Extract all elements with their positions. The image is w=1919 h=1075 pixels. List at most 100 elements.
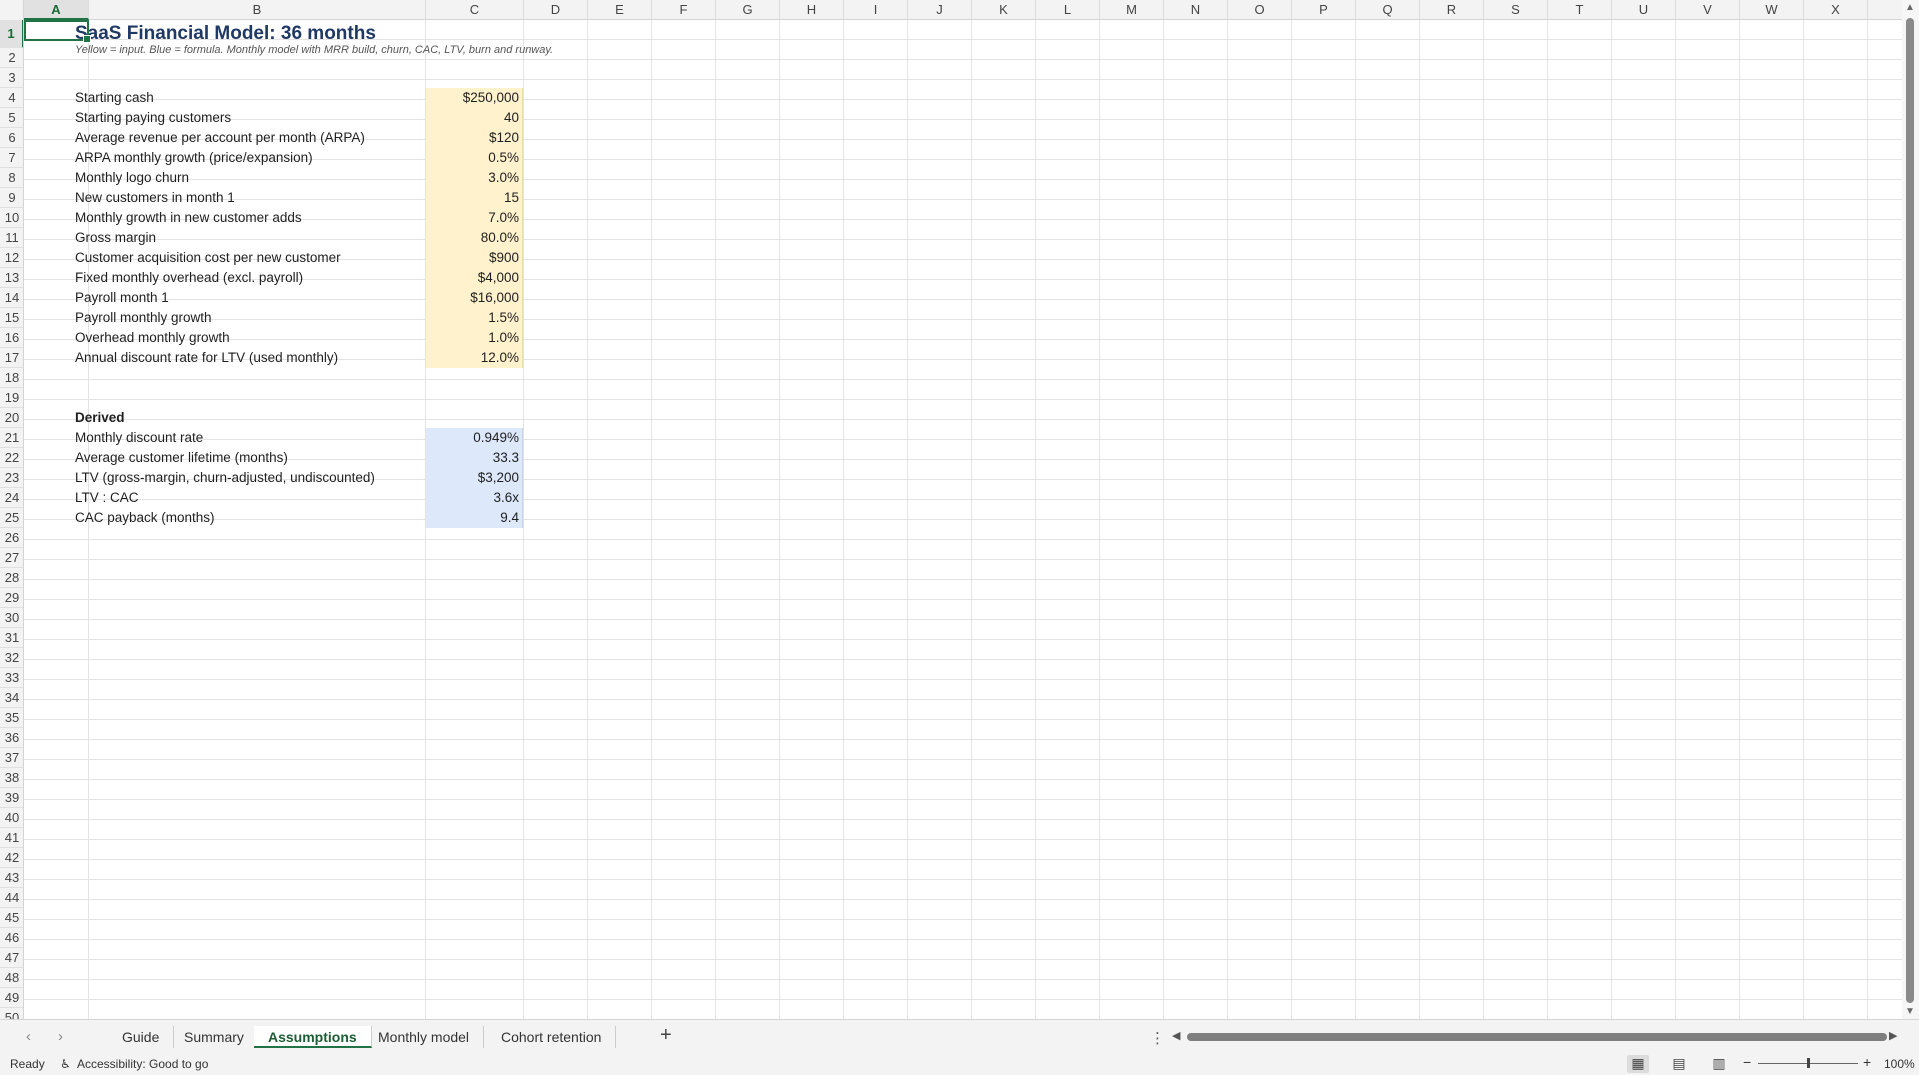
row-header-32[interactable]: 32 — [0, 648, 23, 668]
row-header-20[interactable]: 20 — [0, 408, 23, 428]
input-label[interactable]: Starting cash — [72, 88, 157, 108]
normal-view-icon[interactable]: ▦ — [1627, 1055, 1649, 1073]
row-header-48[interactable]: 48 — [0, 968, 23, 988]
vertical-scroll-thumb[interactable] — [1906, 18, 1914, 1003]
input-label[interactable]: Overhead monthly growth — [72, 328, 233, 348]
derived-label[interactable]: CAC payback (months) — [72, 508, 218, 528]
column-header-u[interactable]: U — [1612, 0, 1676, 20]
sheet-tab-summary[interactable]: Summary — [170, 1026, 259, 1048]
row-header-40[interactable]: 40 — [0, 808, 23, 828]
column-header-f[interactable]: F — [652, 0, 716, 20]
input-label[interactable]: New customers in month 1 — [72, 188, 238, 208]
row-header-43[interactable]: 43 — [0, 868, 23, 888]
sheet-tab-assumptions[interactable]: Assumptions — [254, 1026, 372, 1048]
column-header-a[interactable]: A — [24, 0, 89, 20]
derived-value[interactable]: 33.3 — [426, 448, 523, 468]
input-label[interactable]: Monthly growth in new customer adds — [72, 208, 305, 228]
row-header-25[interactable]: 25 — [0, 508, 23, 528]
input-value[interactable]: $120 — [426, 128, 523, 148]
row-header-33[interactable]: 33 — [0, 668, 23, 688]
column-header-k[interactable]: K — [972, 0, 1036, 20]
column-header-m[interactable]: M — [1100, 0, 1164, 20]
input-label[interactable]: Monthly logo churn — [72, 168, 192, 188]
column-header-s[interactable]: S — [1484, 0, 1548, 20]
zoom-in-icon[interactable]: + — [1863, 1054, 1871, 1070]
input-value[interactable]: $900 — [426, 248, 523, 268]
input-value[interactable]: $250,000 — [426, 88, 523, 108]
input-label[interactable]: Average revenue per account per month (A… — [72, 128, 368, 148]
row-header-18[interactable]: 18 — [0, 368, 23, 388]
column-header-l[interactable]: L — [1036, 0, 1100, 20]
input-value[interactable]: 40 — [426, 108, 523, 128]
row-header-42[interactable]: 42 — [0, 848, 23, 868]
zoom-slider-knob[interactable] — [1807, 1058, 1810, 1068]
input-label[interactable]: Payroll month 1 — [72, 288, 172, 308]
select-all-corner[interactable] — [0, 0, 24, 20]
zoom-out-icon[interactable]: − — [1743, 1054, 1751, 1070]
row-header-12[interactable]: 12 — [0, 248, 23, 268]
row-header-30[interactable]: 30 — [0, 608, 23, 628]
derived-value[interactable]: 9.4 — [426, 508, 523, 528]
column-header-p[interactable]: P — [1292, 0, 1356, 20]
row-header-31[interactable]: 31 — [0, 628, 23, 648]
row-header-28[interactable]: 28 — [0, 568, 23, 588]
input-value[interactable]: 80.0% — [426, 228, 523, 248]
column-header-x[interactable]: X — [1804, 0, 1868, 20]
row-header-15[interactable]: 15 — [0, 308, 23, 328]
row-header-10[interactable]: 10 — [0, 208, 23, 228]
zoom-level[interactable]: 100% — [1884, 1057, 1915, 1071]
row-header-19[interactable]: 19 — [0, 388, 23, 408]
row-header-34[interactable]: 34 — [0, 688, 23, 708]
input-value[interactable]: 12.0% — [426, 348, 523, 368]
derived-value[interactable]: $3,200 — [426, 468, 523, 488]
prev-sheet-icon[interactable]: ‹ — [26, 1028, 31, 1045]
column-header-e[interactable]: E — [588, 0, 652, 20]
horizontal-scroll-thumb[interactable] — [1187, 1033, 1887, 1041]
row-header-27[interactable]: 27 — [0, 548, 23, 568]
input-label[interactable]: Fixed monthly overhead (excl. payroll) — [72, 268, 306, 288]
input-value[interactable]: 7.0% — [426, 208, 523, 228]
row-header-41[interactable]: 41 — [0, 828, 23, 848]
row-header-6[interactable]: 6 — [0, 128, 23, 148]
row-header-17[interactable]: 17 — [0, 348, 23, 368]
next-sheet-icon[interactable]: › — [58, 1028, 63, 1045]
row-header-21[interactable]: 21 — [0, 428, 23, 448]
scroll-right-icon[interactable]: ▶ — [1889, 1029, 1897, 1042]
column-header-t[interactable]: T — [1548, 0, 1612, 20]
column-header-r[interactable]: R — [1420, 0, 1484, 20]
page-layout-icon[interactable]: ▤ — [1668, 1055, 1690, 1073]
input-value[interactable]: $4,000 — [426, 268, 523, 288]
horizontal-scrollbar[interactable]: ◀ ▶ — [1170, 1030, 1900, 1044]
row-header-47[interactable]: 47 — [0, 948, 23, 968]
input-value[interactable]: 3.0% — [426, 168, 523, 188]
derived-label[interactable]: LTV (gross-margin, churn-adjusted, undis… — [72, 468, 378, 488]
row-header-8[interactable]: 8 — [0, 168, 23, 188]
derived-label[interactable]: Average customer lifetime (months) — [72, 448, 291, 468]
row-header-29[interactable]: 29 — [0, 588, 23, 608]
input-value[interactable]: 1.5% — [426, 308, 523, 328]
input-label[interactable]: Payroll monthly growth — [72, 308, 215, 328]
worksheet-grid[interactable]: SaaS Financial Model: 36 months Yellow =… — [24, 20, 1902, 1019]
row-header-14[interactable]: 14 — [0, 288, 23, 308]
row-header-16[interactable]: 16 — [0, 328, 23, 348]
column-header-b[interactable]: B — [89, 0, 426, 20]
input-label[interactable]: Starting paying customers — [72, 108, 234, 128]
derived-value[interactable]: 3.6x — [426, 488, 523, 508]
active-cell-a1[interactable] — [24, 20, 91, 43]
input-value[interactable]: $16,000 — [426, 288, 523, 308]
row-header-2[interactable]: 2 — [0, 48, 23, 68]
column-header-i[interactable]: I — [844, 0, 908, 20]
row-header-23[interactable]: 23 — [0, 468, 23, 488]
input-value[interactable]: 0.5% — [426, 148, 523, 168]
row-header-50[interactable]: 50 — [0, 1008, 23, 1019]
column-header-d[interactable]: D — [524, 0, 588, 20]
row-header-39[interactable]: 39 — [0, 788, 23, 808]
derived-value[interactable]: 0.949% — [426, 428, 523, 448]
row-header-13[interactable]: 13 — [0, 268, 23, 288]
row-header-24[interactable]: 24 — [0, 488, 23, 508]
row-header-26[interactable]: 26 — [0, 528, 23, 548]
row-header-5[interactable]: 5 — [0, 108, 23, 128]
scroll-up-icon[interactable]: ▲ — [1905, 2, 1915, 13]
row-header-1[interactable]: 1 — [0, 20, 23, 48]
add-sheet-icon[interactable]: + — [660, 1024, 672, 1047]
